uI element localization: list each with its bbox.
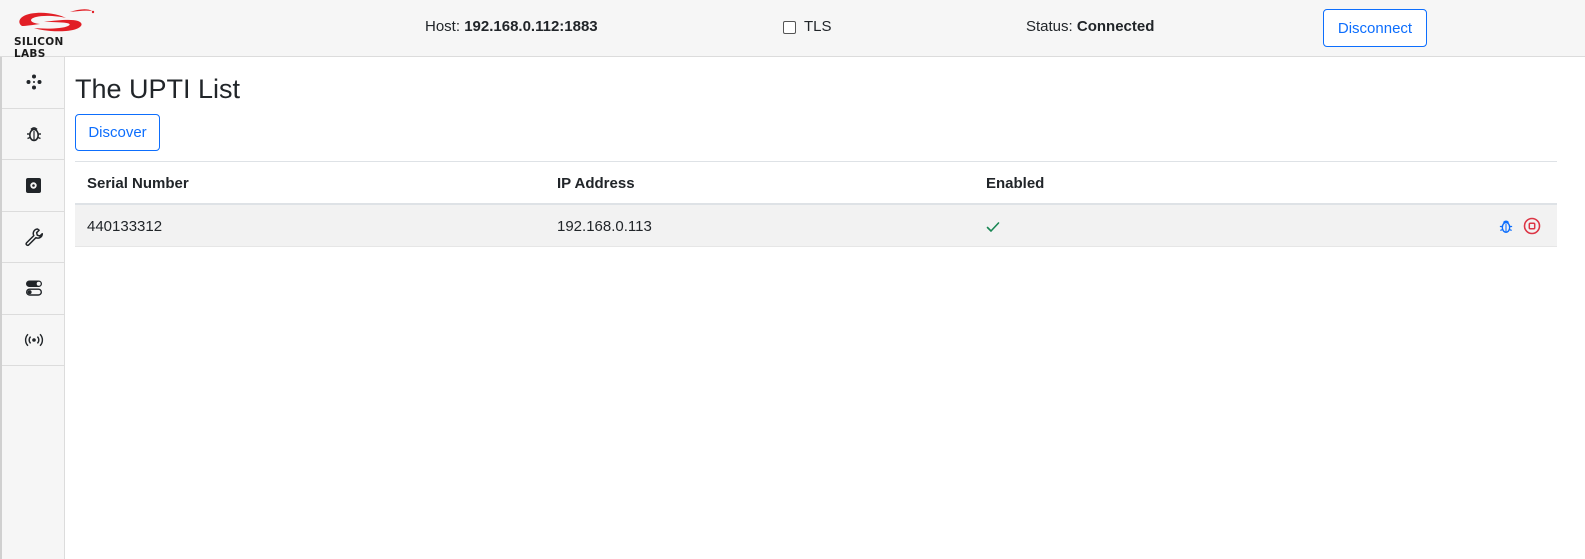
page-title: The UPTI List <box>75 74 241 104</box>
status-value: Connected <box>1076 18 1155 35</box>
tls-label: TLS <box>804 18 832 35</box>
sidebar-item-debug[interactable] <box>2 109 65 160</box>
logo-mark-icon <box>19 9 95 32</box>
stop-circle-icon[interactable] <box>1523 217 1541 235</box>
top-header: SILICON LABS Host: 192.168.0.112:1883 TL… <box>0 0 1585 60</box>
host-display: Host: 192.168.0.112:1883 <box>425 18 598 35</box>
table-header: Serial Number IP Address Enabled <box>75 162 1557 205</box>
tls-toggle[interactable]: TLS <box>783 18 832 35</box>
status-label: Status: <box>1026 18 1073 35</box>
sidebar-item-broadcast[interactable] <box>2 315 65 366</box>
check-icon <box>986 222 1000 232</box>
host-label: Host: <box>425 18 461 35</box>
sidebar-item-network[interactable] <box>2 57 65 109</box>
table-row[interactable]: 440133312 192.168.0.113 <box>75 205 1557 247</box>
sidebar-item-toggles[interactable] <box>2 263 65 315</box>
column-header-serial[interactable]: Serial Number <box>87 175 189 192</box>
sidebar-item-tools[interactable] <box>2 212 65 263</box>
silicon-labs-logo: SILICON LABS <box>14 6 98 60</box>
tls-checkbox[interactable] <box>783 20 796 34</box>
disconnect-button[interactable]: Disconnect <box>1323 9 1427 47</box>
column-header-enabled[interactable]: Enabled <box>986 175 1044 192</box>
sidebar <box>0 57 65 559</box>
row-actions <box>1499 217 1541 235</box>
column-header-ip[interactable]: IP Address <box>557 175 635 192</box>
cell-serial-number: 440133312 <box>87 218 163 235</box>
toggles-icon <box>25 280 42 296</box>
wrench-icon <box>24 228 43 246</box>
bug-icon <box>26 126 41 142</box>
connection-status: Status: Connected <box>1026 18 1154 35</box>
discover-button[interactable]: Discover <box>75 114 160 151</box>
cell-ip-address: 192.168.0.113 <box>557 218 652 235</box>
debug-bug-icon[interactable] <box>1499 218 1513 235</box>
chip-icon <box>26 177 41 193</box>
host-value: 192.168.0.112:1883 <box>464 18 598 35</box>
sidebar-item-settings[interactable] <box>2 160 65 212</box>
upti-table: Serial Number IP Address Enabled 4401333… <box>75 161 1557 247</box>
broadcast-icon <box>24 333 43 347</box>
cell-enabled <box>986 220 1000 237</box>
network-nodes-icon <box>26 74 41 90</box>
